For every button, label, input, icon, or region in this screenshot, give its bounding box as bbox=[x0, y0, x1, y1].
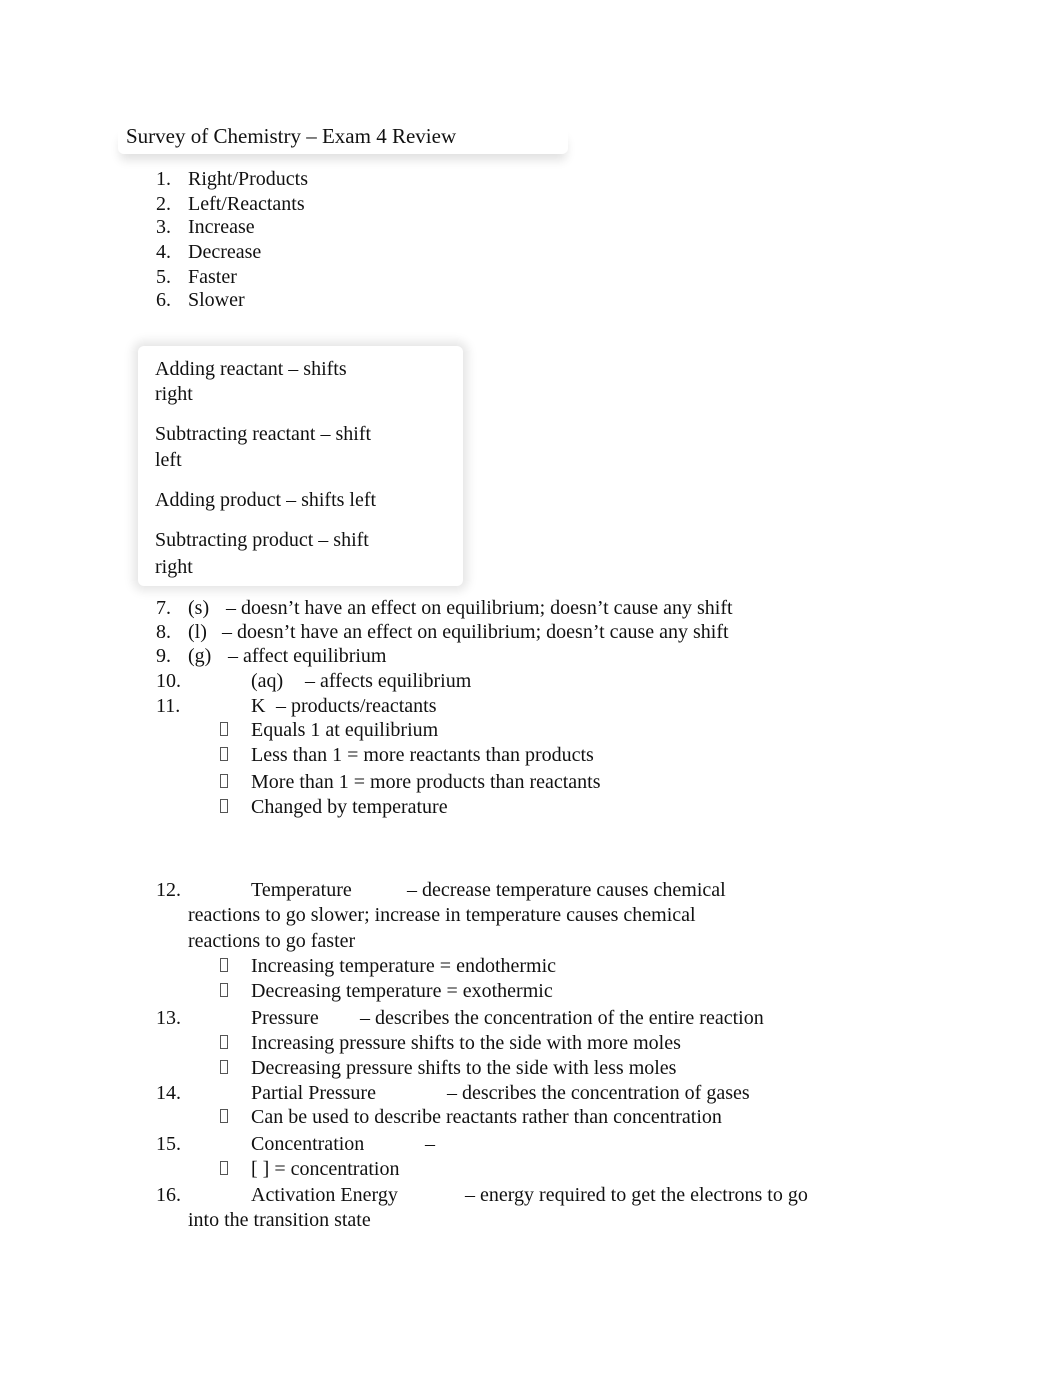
textbox-line: Adding reactant – shifts bbox=[155, 358, 347, 380]
bullet-item: More than 1 = more products than reactan… bbox=[251, 771, 601, 793]
list-item: Increase bbox=[188, 216, 255, 238]
textbox-line: right bbox=[155, 383, 193, 405]
bullet-item: Can be used to describe reactants rather… bbox=[251, 1106, 722, 1128]
textbox-line: right bbox=[155, 556, 193, 578]
list-number: 4. bbox=[156, 241, 171, 263]
list-number: 6. bbox=[156, 289, 171, 311]
bullet-icon bbox=[220, 1109, 228, 1123]
list-number: 13. bbox=[156, 1007, 181, 1029]
bullet-item: Less than 1 = more reactants than produc… bbox=[251, 744, 594, 766]
bullet-icon bbox=[220, 983, 228, 997]
bullet-item: [ ] = concentration bbox=[251, 1158, 400, 1180]
item-term: Temperature bbox=[251, 879, 352, 901]
bullet-item: Changed by temperature bbox=[251, 796, 448, 818]
list-item: Decrease bbox=[188, 241, 262, 263]
bullet-item: Equals 1 at equilibrium bbox=[251, 719, 439, 741]
textbox-line: Subtracting reactant – shift bbox=[155, 423, 372, 445]
item-term: (g) bbox=[188, 645, 212, 667]
item-term: Partial Pressure bbox=[251, 1082, 376, 1104]
list-number: 10. bbox=[156, 670, 181, 692]
list-number: 8. bbox=[156, 621, 171, 643]
bullet-icon bbox=[220, 958, 228, 972]
bullet-icon bbox=[220, 1060, 228, 1074]
list-item: Right/Products bbox=[188, 168, 309, 190]
list-number: 12. bbox=[156, 879, 181, 901]
item-description: – products/reactants bbox=[276, 695, 437, 717]
item-description: – doesn’t have an effect on equilibrium;… bbox=[226, 597, 733, 619]
list-number: 16. bbox=[156, 1184, 181, 1206]
item-continuation: into the transition state bbox=[188, 1209, 371, 1231]
item-description: – decrease temperature causes chemical bbox=[407, 879, 726, 901]
list-number: 1. bbox=[156, 168, 171, 190]
bullet-item: Decreasing pressure shifts to the side w… bbox=[251, 1057, 677, 1079]
list-number: 7. bbox=[156, 597, 171, 619]
item-term: (aq) bbox=[251, 670, 284, 692]
list-number: 14. bbox=[156, 1082, 181, 1104]
list-number: 9. bbox=[156, 645, 171, 667]
item-term: (s) bbox=[188, 597, 210, 619]
page-title: Survey of Chemistry – Exam 4 Review bbox=[126, 124, 457, 148]
bullet-item: Increasing temperature = endothermic bbox=[251, 955, 557, 977]
bullet-icon bbox=[220, 1035, 228, 1049]
item-term: K bbox=[251, 695, 266, 717]
list-number: 3. bbox=[156, 216, 171, 238]
textbox-line: Subtracting product – shift bbox=[155, 529, 369, 551]
bullet-item: Increasing pressure shifts to the side w… bbox=[251, 1032, 681, 1054]
bullet-icon bbox=[220, 774, 228, 788]
list-item: Left/Reactants bbox=[188, 193, 305, 215]
item-description: – energy required to get the electrons t… bbox=[465, 1184, 808, 1206]
item-description: – doesn’t have an effect on equilibrium;… bbox=[222, 621, 729, 643]
list-number: 11. bbox=[156, 695, 181, 717]
item-term: Concentration bbox=[251, 1133, 365, 1155]
textbox-line: left bbox=[155, 449, 182, 471]
list-number: 15. bbox=[156, 1133, 181, 1155]
item-term: Pressure bbox=[251, 1007, 319, 1029]
item-description: – affect equilibrium bbox=[228, 645, 387, 667]
list-number: 2. bbox=[156, 193, 171, 215]
list-item: Slower bbox=[188, 289, 245, 311]
bullet-icon bbox=[220, 722, 228, 736]
item-description: – describes the concentration of the ent… bbox=[360, 1007, 764, 1029]
item-term: Activation Energy bbox=[251, 1184, 398, 1206]
item-description: – bbox=[425, 1133, 435, 1155]
item-term: (l) bbox=[188, 621, 207, 643]
item-continuation: reactions to go slower; increase in temp… bbox=[188, 904, 696, 926]
bullet-icon bbox=[220, 747, 228, 761]
list-item: Faster bbox=[188, 266, 237, 288]
bullet-item: Decreasing temperature = exothermic bbox=[251, 980, 553, 1002]
textbox-line: Adding product – shifts left bbox=[155, 489, 377, 511]
item-continuation: reactions to go faster bbox=[188, 930, 356, 952]
list-number: 5. bbox=[156, 266, 171, 288]
item-description: – affects equilibrium bbox=[305, 670, 472, 692]
bullet-icon bbox=[220, 1161, 228, 1175]
bullet-icon bbox=[220, 799, 228, 813]
item-description: – describes the concentration of gases bbox=[447, 1082, 750, 1104]
